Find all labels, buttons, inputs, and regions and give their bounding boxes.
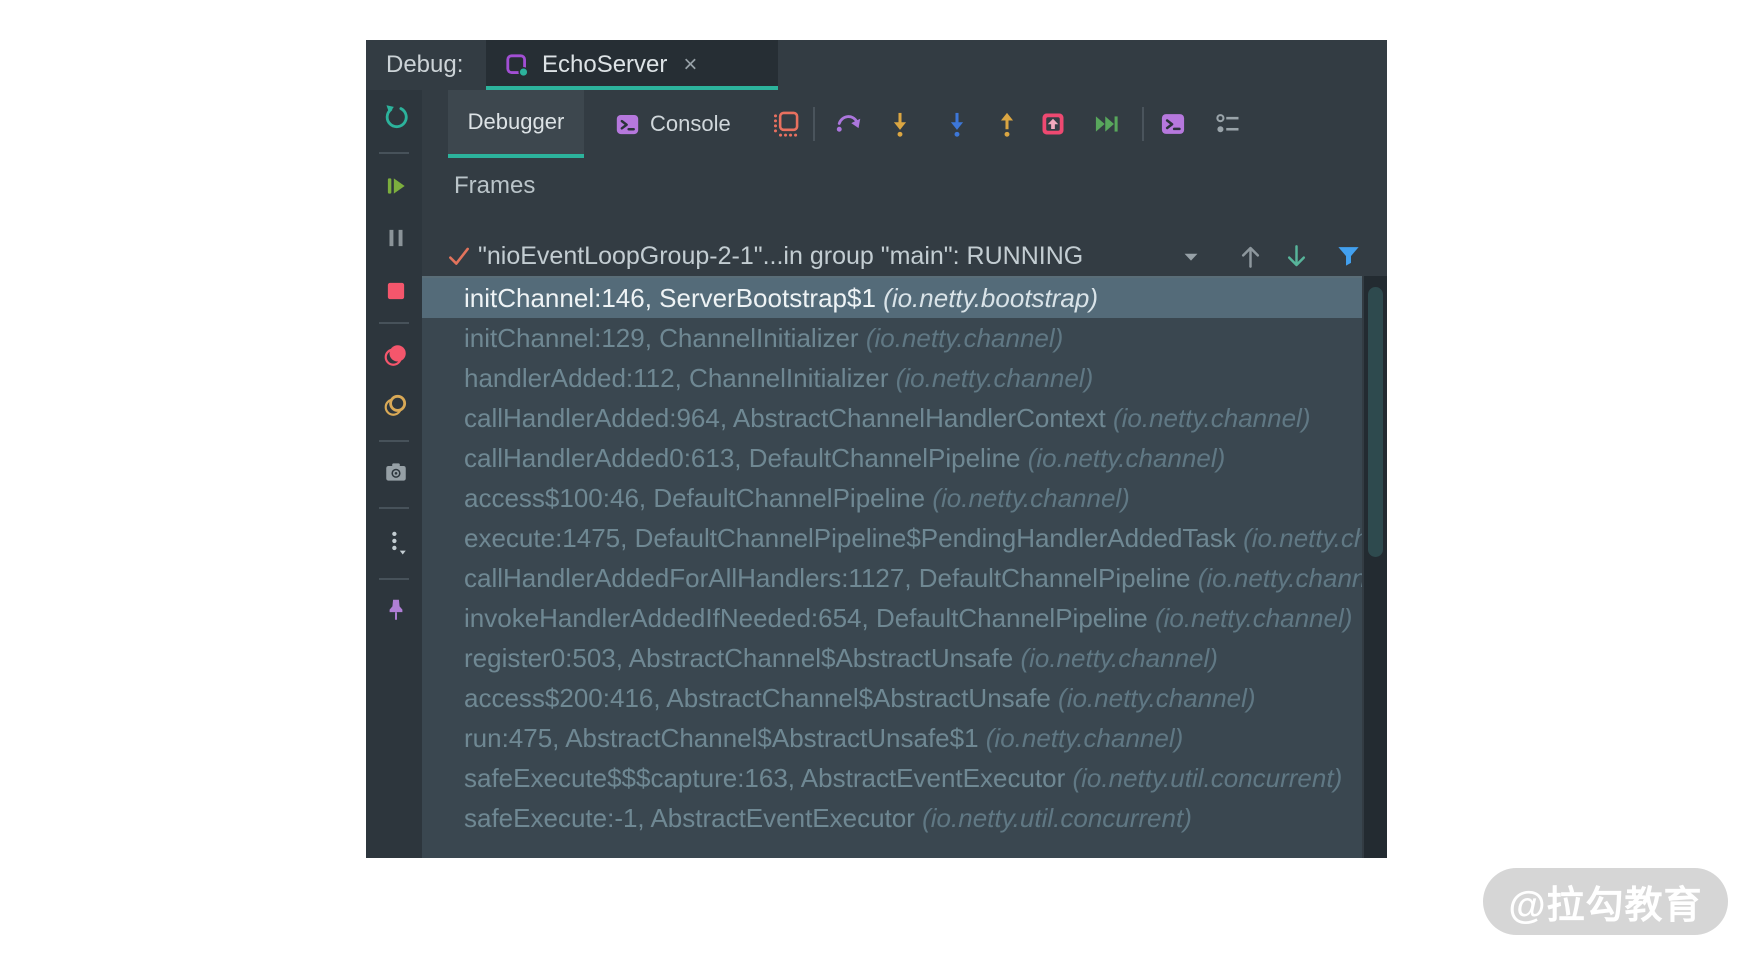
previous-frame-up-icon[interactable] [1237,243,1264,270]
debugger-main-area: Debugger Console [422,90,1387,858]
debug-session-toolbar: Debugger Console [422,90,1387,158]
next-frame-down-icon[interactable] [1283,243,1310,270]
frame-location: callHandlerAddedForAllHandlers:1127, Def… [464,563,1198,593]
frame-location: invokeHandlerAddedIfNeeded:654, DefaultC… [464,603,1155,633]
frame-package: (io.netty.channel) [986,723,1184,753]
evaluate-expression-icon[interactable] [1159,110,1187,138]
debug-left-toolbar [366,90,422,858]
watermark-text: @拉勾教育 [1508,874,1702,929]
frame-package: (io.netty.channel) [1058,683,1256,713]
stop-icon[interactable] [383,278,409,304]
toolbar-separator [379,322,409,324]
debug-body: Debugger Console [366,90,1387,858]
frame-package: (io.netty.channel) [1113,403,1311,433]
pause-program-icon[interactable] [383,225,409,251]
frame-location: handlerAdded:112, ChannelInitializer [464,363,896,393]
tab-console[interactable]: Console [614,90,746,158]
step-over-icon[interactable] [834,110,862,138]
tab-console-label: Console [650,111,731,137]
frame-package: (io.netty.channel) [1155,603,1353,633]
frame-package: (io.netty.channel) [1020,643,1218,673]
frame-row[interactable]: run:475, AbstractChannel$AbstractUnsafe$… [422,718,1362,758]
frame-location: access$200:416, AbstractChannel$Abstract… [464,683,1058,713]
frames-panel-title: Frames [454,172,535,200]
filter-funnel-icon[interactable] [1335,242,1362,269]
frame-row[interactable]: access$200:416, AbstractChannel$Abstract… [422,678,1362,718]
run-configuration-icon [504,52,530,78]
pin-tab-icon[interactable] [383,597,409,623]
frame-row[interactable]: safeExecute$$$capture:163, AbstractEvent… [422,758,1362,798]
frame-location: callHandlerAdded:964, AbstractChannelHan… [464,403,1113,433]
view-options-icon[interactable] [1214,110,1242,138]
frames-scrollbar-thumb[interactable] [1368,287,1383,557]
frame-row[interactable]: access$100:46, DefaultChannelPipeline (i… [422,478,1362,518]
step-out-icon[interactable] [993,110,1021,138]
frame-row[interactable]: invokeHandlerAddedIfNeeded:654, DefaultC… [422,598,1362,638]
debug-header: Debug: EchoServer × [366,40,1387,90]
more-options-icon[interactable] [383,529,409,555]
thread-selector[interactable]: "nioEventLoopGroup-2-1"...in group "main… [478,236,1083,276]
frame-package: (io.netty.channel) [896,363,1094,393]
frame-row-partial[interactable] [422,838,1362,858]
debug-label: Debug: [386,40,463,90]
frame-row[interactable]: execute:1475, DefaultChannelPipeline$Pen… [422,518,1362,558]
frame-row[interactable]: handlerAdded:112, ChannelInitializer (io… [422,358,1362,398]
console-icon [614,111,641,138]
toolbar-separator [379,578,409,580]
toolbar-separator [379,440,409,442]
close-icon[interactable]: × [683,53,697,77]
frame-location: callHandlerAdded0:613, DefaultChannelPip… [464,443,1028,473]
session-tab-echoserver[interactable]: EchoServer × [486,40,778,90]
frame-row[interactable]: callHandlerAdded:964, AbstractChannelHan… [422,398,1362,438]
watermark-badge: @拉勾教育 [1483,868,1728,935]
frame-location: access$100:46, DefaultChannelPipeline [464,483,932,513]
tab-debugger[interactable]: Debugger [448,90,584,158]
chevron-down-icon[interactable] [1180,246,1202,268]
resume-program-icon[interactable] [383,173,409,199]
view-breakpoints-icon[interactable] [383,342,409,368]
run-to-cursor-icon[interactable] [1093,110,1121,138]
frame-row[interactable]: register0:503, AbstractChannel$AbstractU… [422,638,1362,678]
frame-package: (io.netty.channel) [1028,443,1226,473]
frame-location: initChannel:146, ServerBootstrap$1 [464,283,883,313]
frame-package: (io.netty.channel) [866,323,1064,353]
frame-location: initChannel:129, ChannelInitializer [464,323,866,353]
frame-row[interactable]: callHandlerAdded0:613, DefaultChannelPip… [422,438,1362,478]
frame-location: run:475, AbstractChannel$AbstractUnsafe$… [464,723,986,753]
frame-location: safeExecute:-1, AbstractEventExecutor [464,803,922,833]
screenshot-stage: Debug: EchoServer × [0,0,1754,960]
step-into-icon[interactable] [886,110,914,138]
toolbar-separator [1142,107,1144,141]
checkmark-icon [446,243,472,269]
toolbar-separator [379,507,409,509]
thread-dump-camera-icon[interactable] [383,459,409,485]
debug-tool-window: Debug: EchoServer × [366,40,1387,858]
force-step-into-icon[interactable] [943,110,971,138]
thread-selector-row: "nioEventLoopGroup-2-1"...in group "main… [422,236,1387,276]
frames-list: initChannel:146, ServerBootstrap$1 (io.n… [422,276,1362,858]
show-execution-point-icon[interactable] [772,110,800,138]
rerun-debug-icon[interactable] [383,104,409,130]
frame-package: (io.netty.util.concurrent) [1073,763,1343,793]
session-tab-title: EchoServer [542,51,667,79]
frame-row[interactable]: initChannel:146, ServerBootstrap$1 (io.n… [422,278,1362,318]
frame-location: safeExecute$$$capture:163, AbstractEvent… [464,763,1073,793]
mute-breakpoints-icon[interactable] [383,392,409,418]
frame-location: execute:1475, DefaultChannelPipeline$Pen… [464,523,1243,553]
frame-row[interactable]: safeExecute:-1, AbstractEventExecutor (i… [422,798,1362,838]
frame-row[interactable]: callHandlerAddedForAllHandlers:1127, Def… [422,558,1362,598]
toolbar-separator [379,152,409,154]
frame-location: register0:503, AbstractChannel$AbstractU… [464,643,1020,673]
drop-frame-icon[interactable] [1039,110,1067,138]
frames-scrollbar-track[interactable] [1364,276,1387,858]
frame-package: (io.netty.channel) [932,483,1130,513]
frame-row[interactable]: initChannel:129, ChannelInitializer (io.… [422,318,1362,358]
toolbar-separator [813,107,815,141]
frame-package: (io.netty.channel) [1243,523,1362,553]
frame-package: (io.netty.util.concurrent) [922,803,1192,833]
frame-package: (io.netty.channel) [1198,563,1362,593]
frame-package: (io.netty.bootstrap) [883,283,1098,313]
